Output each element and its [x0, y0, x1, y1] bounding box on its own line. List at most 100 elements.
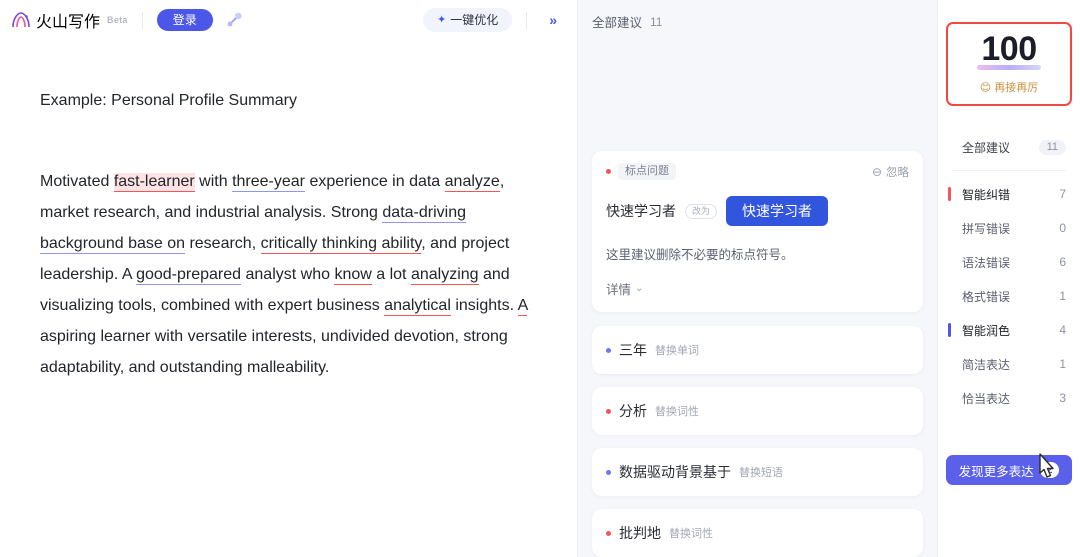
suggestions-header: 全部建议 11	[578, 0, 937, 31]
suggestion-card-header: 标点问题 ⊖ 忽略	[606, 163, 909, 180]
sidebar-item-语法错误[interactable]: 语法错误 6	[938, 245, 1080, 279]
error-span-red[interactable]: critically thinking ability	[260, 234, 422, 254]
sidebar-item-label: 智能润色	[962, 323, 1011, 338]
sidebar-item-all-suggestions[interactable]: 全部建议 11	[938, 130, 1080, 164]
text-run: aspiring learner with versatile interest…	[40, 327, 508, 376]
text-run: analyst who	[241, 265, 335, 283]
text-run: experience in data	[305, 172, 445, 190]
error-span-red[interactable]: A	[517, 296, 528, 316]
chevron-down-icon: ⌄	[635, 283, 644, 294]
category-color-bar	[948, 187, 951, 201]
severity-dot-icon	[606, 347, 611, 353]
suggestion-kind: 替换词性	[669, 528, 713, 540]
suggestions-header-label: 全部建议	[592, 16, 643, 30]
smile-emoji-icon: 😊	[979, 81, 992, 94]
severity-dot-icon	[606, 530, 611, 536]
error-span-red[interactable]: analyze	[444, 172, 500, 192]
score-number: 100	[977, 30, 1041, 70]
detail-label: 详情	[606, 283, 632, 297]
sidebar-list: 全部建议 11 智能纠错 7 拼写错误 0 语法错误 6 格式错误 1 智能润色 4 简洁表达 1 恰当…	[938, 130, 1080, 415]
apply-replacement-button[interactable]: 快速学习者	[726, 196, 829, 226]
error-span-red[interactable]: analyzing	[410, 265, 479, 285]
suggestion-description: 这里建议删除不必要的标点符号。	[606, 248, 794, 262]
suggestion-card-area: 标点问题 ⊖ 忽略 快速学习者 改为 快速学习者 这里建议删除不必要的标点符号。…	[578, 31, 937, 557]
suggestion-list-item[interactable]: 批判地 替换词性	[592, 509, 923, 557]
error-span-blue[interactable]: three-year	[232, 172, 305, 192]
error-span-red-hl[interactable]: fast-learner	[113, 172, 195, 192]
suggestion-kind: 替换单词	[655, 345, 699, 357]
arrow-pill-icon: 改为	[685, 203, 718, 219]
document-paragraph[interactable]: Motivated fast-learner with three-year e…	[40, 166, 537, 383]
collapse-panel-icon[interactable]: »	[541, 10, 565, 30]
top-toolbar: 火山写作 Beta 登录 ✦ 一键优化 »	[0, 0, 577, 40]
sidebar-item-count: 7	[1059, 187, 1066, 201]
suggestions-header-count: 11	[650, 14, 663, 29]
suggestion-list-item[interactable]: 数据驱动背景基于 替换短语	[592, 448, 923, 496]
sidebar-item-恰当表达[interactable]: 恰当表达 3	[938, 381, 1080, 415]
suggestion-word: 分析	[619, 403, 647, 419]
ignore-label: 忽略	[886, 166, 909, 179]
category-color-bar	[948, 323, 951, 337]
sidebar-item-label: 智能纠错	[962, 187, 1011, 202]
brand-name: 火山写作	[36, 14, 101, 31]
sidebar-item-count: 1	[1059, 357, 1066, 371]
minus-circle-icon: ⊖	[871, 164, 882, 179]
one-click-optimize-button[interactable]: ✦ 一键优化	[422, 8, 513, 32]
sidebar-item-count: 0	[1059, 221, 1066, 235]
suggestion-word: 三年	[619, 342, 647, 358]
document-title: Example: Personal Profile Summary	[40, 92, 297, 109]
volcano-logo-icon	[10, 10, 32, 30]
severity-dot-icon	[606, 169, 611, 174]
document-editor[interactable]: Example: Personal Profile Summary Motiva…	[0, 40, 577, 383]
score-caption-label: 再接再厉	[994, 82, 1039, 94]
discover-more-expressions-button[interactable]: 发现更多表达 2	[946, 455, 1072, 485]
suggestion-word: 批判地	[619, 525, 661, 541]
text-run: with	[194, 172, 233, 190]
suggestion-kind: 替换词性	[655, 406, 699, 418]
detail-toggle-button[interactable]: 详情 ⌄	[606, 279, 909, 298]
suggestion-list-item[interactable]: 分析 替换词性	[592, 387, 923, 435]
error-span-blue[interactable]: good-prepared	[136, 265, 242, 285]
suggestion-list-item[interactable]: 三年 替换单词	[592, 326, 923, 374]
sidebar-item-count: 3	[1059, 391, 1066, 405]
optimize-label: 一键优化	[450, 13, 499, 27]
suggestion-tag-wrap: 标点问题	[606, 163, 676, 180]
sidebar-item-格式错误[interactable]: 格式错误 1	[938, 279, 1080, 313]
login-button[interactable]: 登录	[156, 9, 213, 31]
brand-logo: 火山写作 Beta	[10, 8, 128, 32]
editor-column: 火山写作 Beta 登录 ✦ 一键优化 » Example: Personal	[0, 0, 578, 557]
magic-wand-icon[interactable]	[221, 7, 247, 33]
sidebar-item-label: 拼写错误	[962, 221, 1011, 236]
error-span-red[interactable]: know	[334, 265, 372, 285]
app-root: 火山写作 Beta 登录 ✦ 一键优化 » Example: Personal	[0, 0, 1080, 557]
text-run: research,	[185, 234, 261, 252]
toolbar-divider	[141, 11, 143, 29]
score-number-wrap: 100	[948, 30, 1070, 70]
suggestions-column: 全部建议 11 标点问题 ⊖ 忽略 快速学习者 改为 快速学习者 这里建议删除不…	[578, 0, 938, 557]
original-text: 快速学习者	[606, 203, 676, 219]
score-caption: 😊 再接再厉	[948, 79, 1070, 95]
sidebar-item-拼写错误[interactable]: 拼写错误 0	[938, 211, 1080, 245]
sidebar-item-label: 语法错误	[962, 255, 1011, 270]
text-run: a lot	[371, 265, 411, 283]
sidebar-item-count: 6	[1059, 255, 1066, 269]
error-span-red[interactable]: analytical	[384, 296, 451, 316]
score-box: 100 😊 再接再厉	[946, 22, 1072, 106]
ignore-button[interactable]: ⊖ 忽略	[872, 164, 909, 180]
text-run: Motivated	[40, 172, 114, 190]
more-label: 发现更多表达	[958, 464, 1034, 479]
sidebar-item-智能润色[interactable]: 智能润色 4	[938, 313, 1080, 347]
sidebar-item-智能纠错[interactable]: 智能纠错 7	[938, 177, 1080, 211]
suggestion-word: 数据驱动背景基于	[619, 464, 731, 480]
replacement-row: 快速学习者 改为 快速学习者	[606, 196, 909, 226]
sidebar-column: 100 😊 再接再厉 全部建议 11 智能纠错 7 拼写错误 0 语法错误 6 格式错误 1 智…	[938, 0, 1080, 557]
sidebar-item-简洁表达[interactable]: 简洁表达 1	[938, 347, 1080, 381]
suggestion-list: 三年 替换单词 分析 替换词性 数据驱动背景基于 替换短语 批判地 替换词性	[592, 326, 923, 557]
severity-dot-icon	[606, 469, 611, 475]
more-count-badge: 2	[1039, 461, 1060, 479]
text-run: insights.	[450, 296, 518, 314]
suggestion-card[interactable]: 标点问题 ⊖ 忽略 快速学习者 改为 快速学习者 这里建议删除不必要的标点符号。…	[592, 151, 923, 312]
sidebar-item-label: 全部建议	[962, 140, 1011, 155]
sidebar-item-label: 简洁表达	[962, 357, 1011, 372]
suggestion-type-tag: 标点问题	[618, 163, 676, 180]
